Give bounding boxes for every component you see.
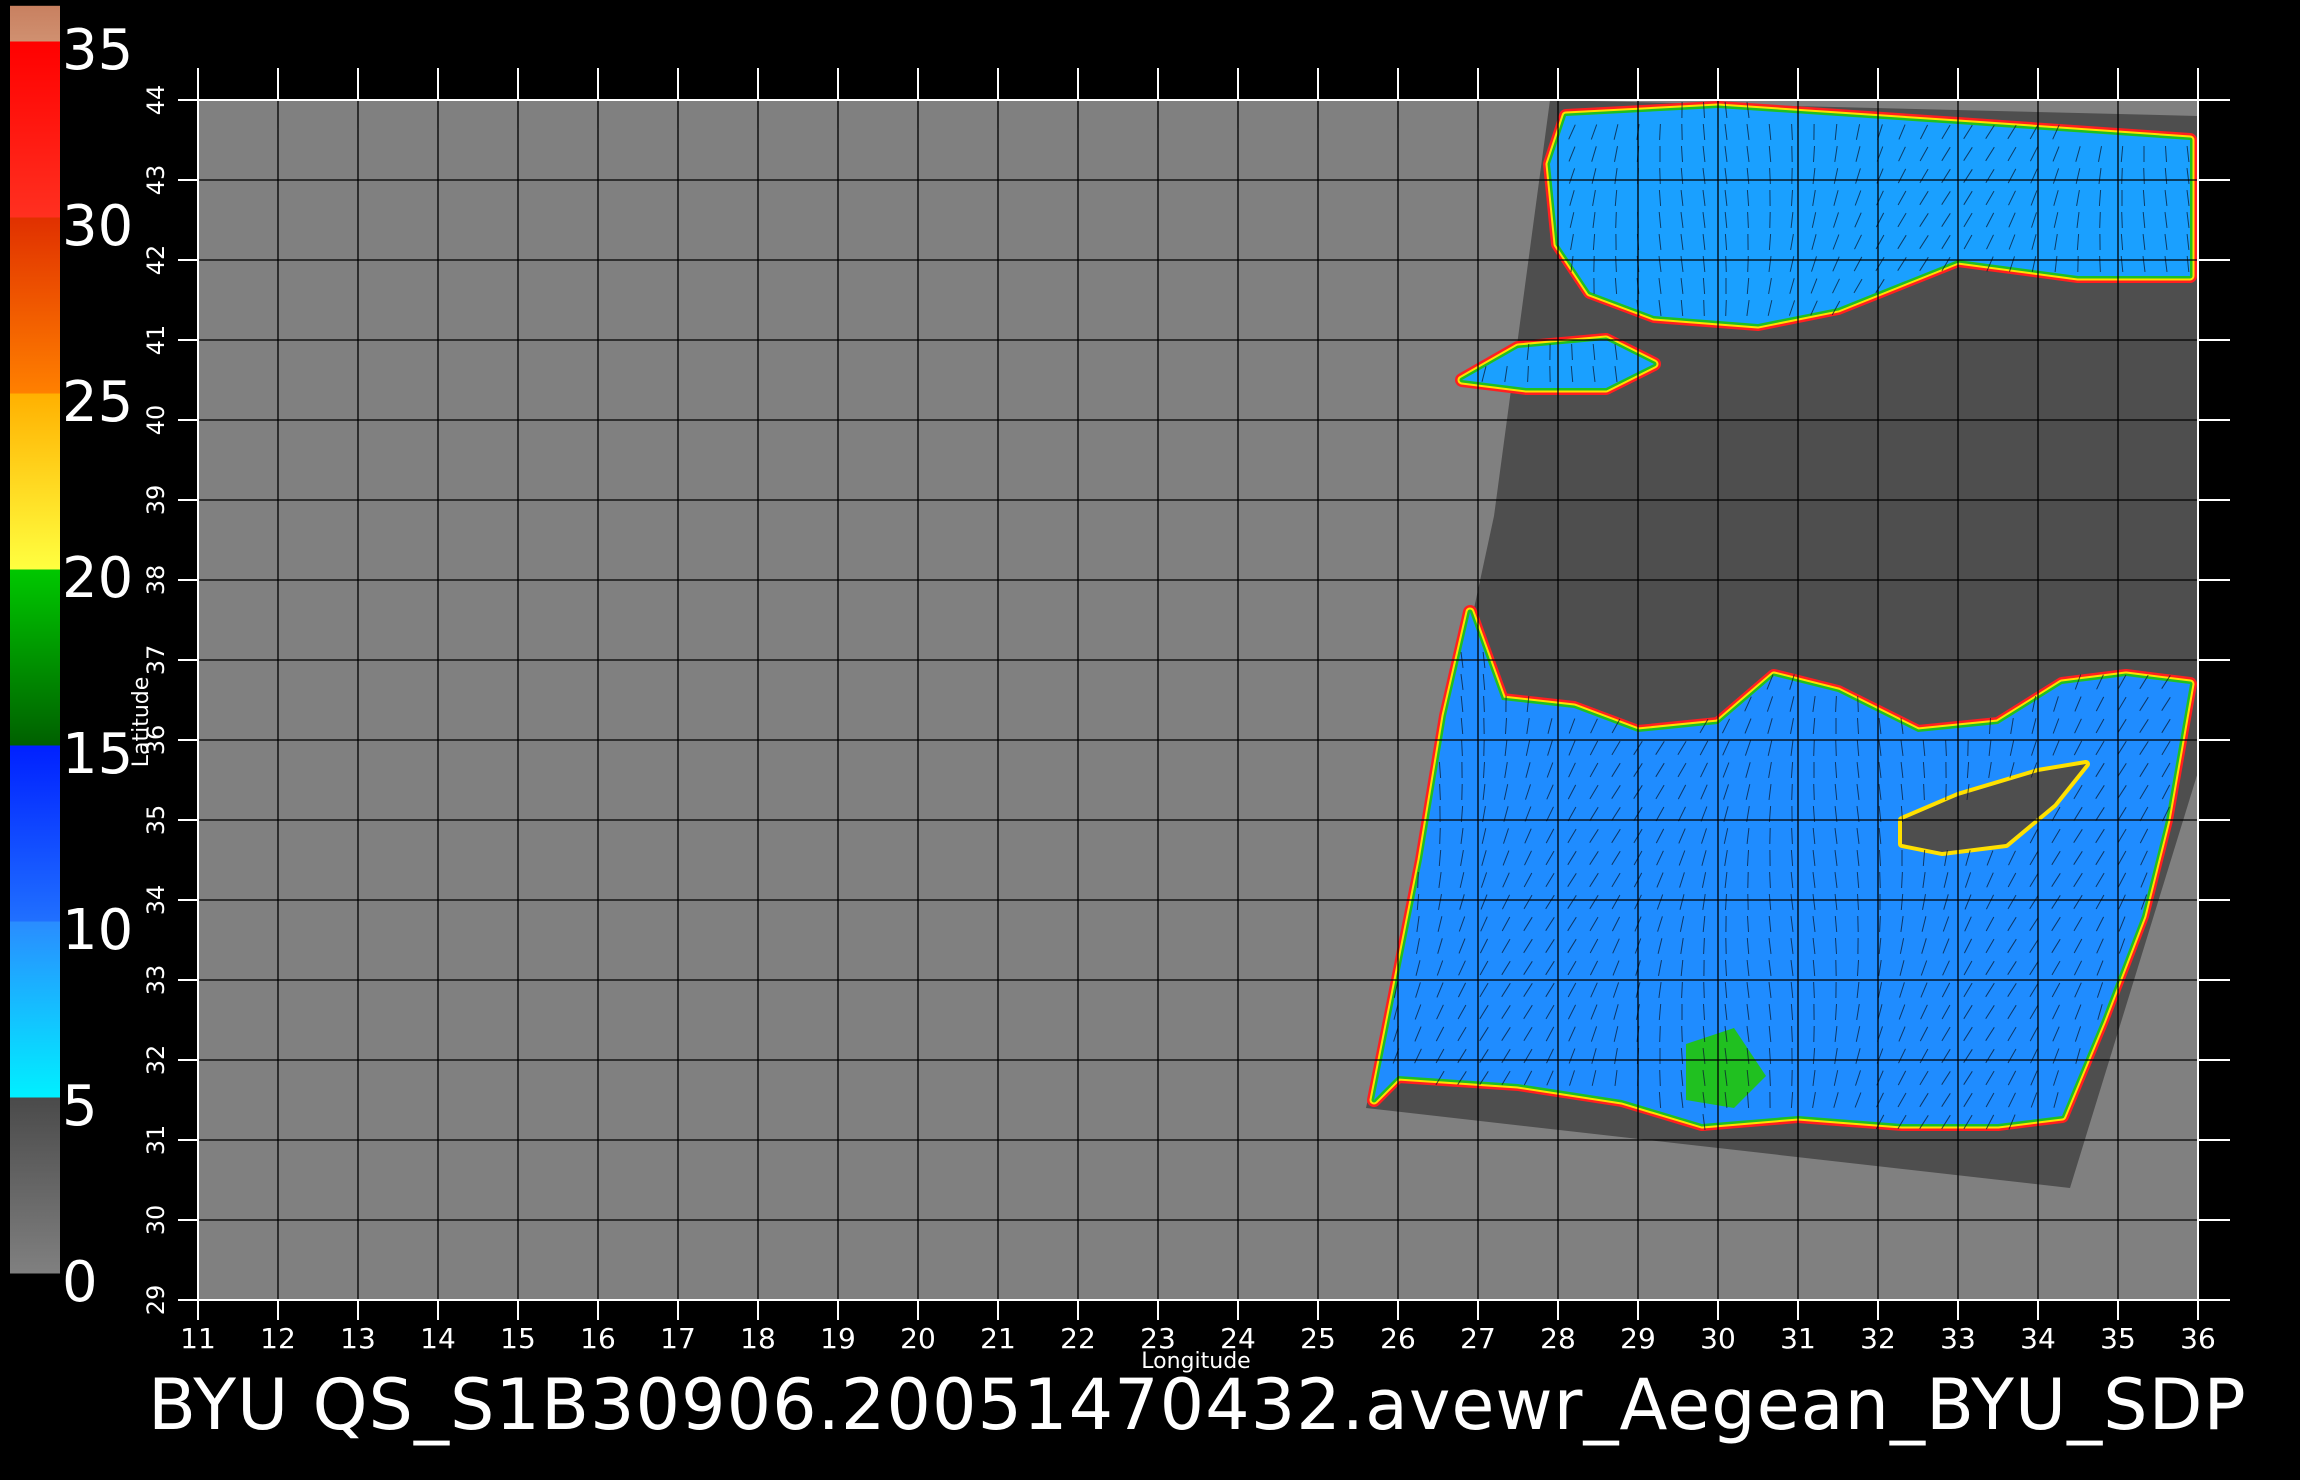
y-tick-label: 34 bbox=[142, 885, 170, 916]
x-tick-label: 33 bbox=[1940, 1322, 1976, 1355]
map-area: 11 12 13 14 15 16 17 18 19 20 21 22 23 24 25 26 27 28 29 30… bbox=[129, 68, 2230, 1374]
x-tick-label: 14 bbox=[420, 1322, 456, 1355]
colorbar-segment bbox=[10, 5, 60, 42]
x-tick-label: 18 bbox=[740, 1322, 776, 1355]
colorbar-tick-label: 25 bbox=[62, 370, 133, 435]
x-tick-label: 17 bbox=[660, 1322, 696, 1355]
y-tick-label: 42 bbox=[142, 245, 170, 276]
x-tick-label: 12 bbox=[260, 1322, 296, 1355]
colorbar-segment bbox=[10, 1097, 60, 1274]
y-tick-label: 35 bbox=[142, 805, 170, 836]
colorbar-segment bbox=[10, 41, 60, 218]
y-tick-label: 29 bbox=[142, 1285, 170, 1316]
colorbar-labels: 0 5 10 15 20 25 30 35 bbox=[62, 18, 133, 1315]
y-tick-label: 30 bbox=[142, 1205, 170, 1236]
x-tick-label: 27 bbox=[1460, 1322, 1496, 1355]
colorbar-tick-label: 30 bbox=[62, 194, 133, 259]
colorbar-segment bbox=[10, 745, 60, 922]
x-tick-label: 21 bbox=[980, 1322, 1016, 1355]
x-tick-label: 11 bbox=[180, 1322, 216, 1355]
colorbar-segment bbox=[10, 921, 60, 1098]
x-tick-label: 25 bbox=[1300, 1322, 1336, 1355]
colorbar-tick-label: 35 bbox=[62, 18, 133, 83]
wind-map-figure: 0 5 10 15 20 25 30 35 11 12 13 14 15 16 17 18 19 20 21 22 2… bbox=[10, 5, 2230, 1374]
colorbar-segment bbox=[10, 393, 60, 570]
colorbar-tick-label: 10 bbox=[62, 898, 133, 963]
colorbar-segment bbox=[10, 217, 60, 394]
y-tick-label: 33 bbox=[142, 965, 170, 996]
x-tick-label: 26 bbox=[1380, 1322, 1416, 1355]
colorbar-tick-label: 0 bbox=[62, 1250, 98, 1315]
x-tick-label: 29 bbox=[1620, 1322, 1656, 1355]
wind-region-mediterranean bbox=[1374, 612, 2190, 1124]
y-tick-label: 37 bbox=[142, 645, 170, 676]
x-tick-label: 19 bbox=[820, 1322, 856, 1355]
x-tick-label: 16 bbox=[580, 1322, 616, 1355]
figure-caption: BYU QS_S1B30906.20051470432.avewr_Aegean… bbox=[148, 1364, 2247, 1446]
y-tick-label: 38 bbox=[142, 565, 170, 596]
y-tick-label: 40 bbox=[142, 405, 170, 436]
y-tick-label: 39 bbox=[142, 485, 170, 516]
colorbar-tick-label: 5 bbox=[62, 1074, 98, 1139]
colorbar-tick-label: 20 bbox=[62, 546, 133, 611]
y-tick-label: 41 bbox=[142, 325, 170, 356]
y-tick-label: 44 bbox=[142, 85, 170, 116]
y-axis-label: Latitude bbox=[129, 677, 154, 768]
colorbar-segment bbox=[10, 569, 60, 746]
x-tick-label: 28 bbox=[1540, 1322, 1576, 1355]
x-tick-label: 31 bbox=[1780, 1322, 1816, 1355]
y-tick-label: 31 bbox=[142, 1125, 170, 1156]
colorbar bbox=[10, 5, 60, 1274]
x-tick-label: 13 bbox=[340, 1322, 376, 1355]
x-tick-label: 22 bbox=[1060, 1322, 1096, 1355]
x-tick-label: 34 bbox=[2020, 1322, 2056, 1355]
x-tick-label: 36 bbox=[2180, 1322, 2216, 1355]
x-tick-label: 32 bbox=[1860, 1322, 1896, 1355]
x-tick-label: 15 bbox=[500, 1322, 536, 1355]
x-tick-label: 35 bbox=[2100, 1322, 2136, 1355]
colorbar-tick-label: 15 bbox=[62, 722, 133, 787]
x-tick-label: 20 bbox=[900, 1322, 936, 1355]
y-tick-label: 43 bbox=[142, 165, 170, 196]
x-tick-label: 30 bbox=[1700, 1322, 1736, 1355]
y-tick-label: 32 bbox=[142, 1045, 170, 1076]
